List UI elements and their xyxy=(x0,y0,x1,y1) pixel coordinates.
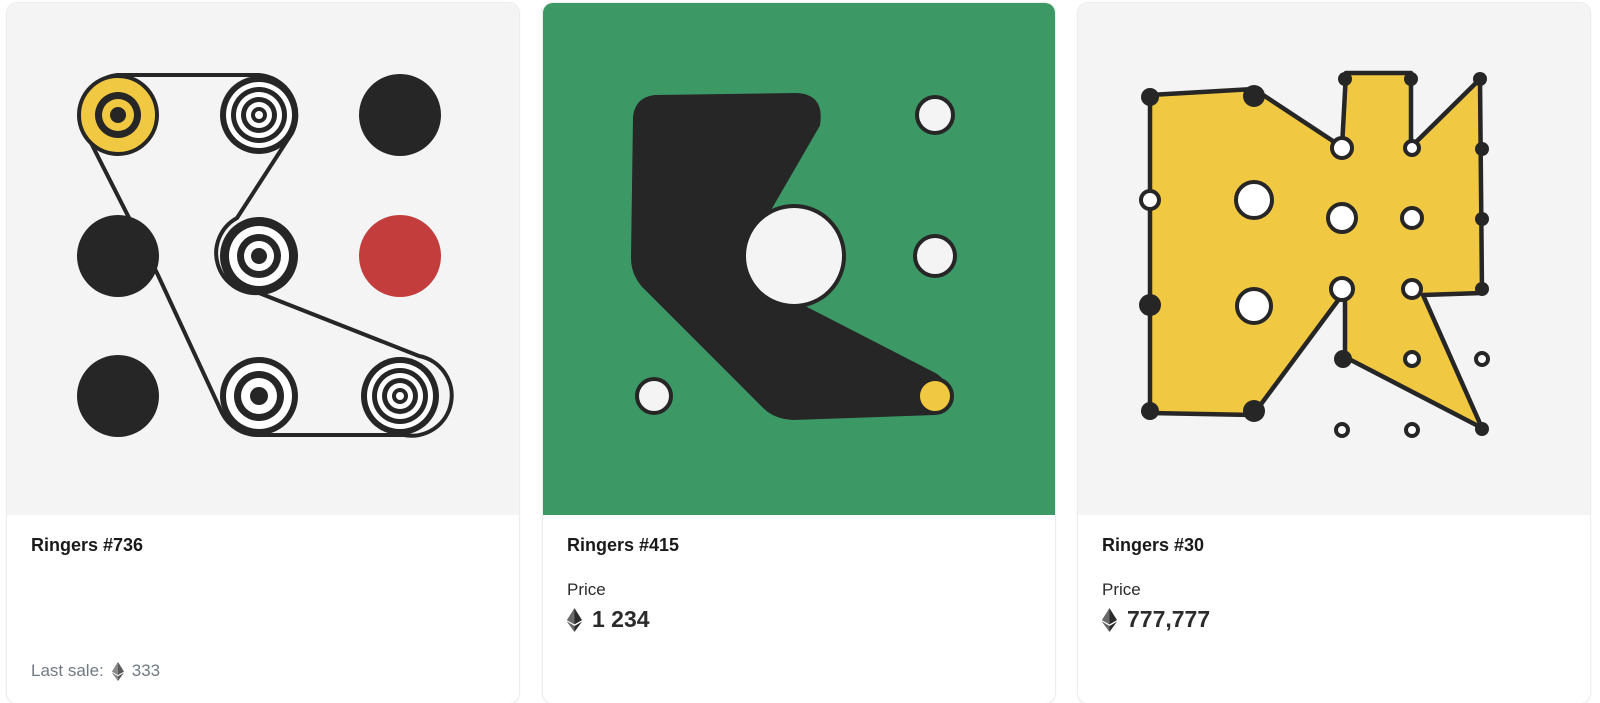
ringers-736-artwork xyxy=(7,3,519,515)
nft-artwork[interactable] xyxy=(543,3,1055,515)
nft-name[interactable]: Ringers #30 xyxy=(1102,535,1204,556)
last-sale-label: Last sale: xyxy=(31,661,104,680)
nft-card[interactable]: Ringers #30 Price 777,777 xyxy=(1078,3,1590,703)
nft-name[interactable]: Ringers #415 xyxy=(567,535,679,556)
price-label: Price xyxy=(567,580,606,599)
nft-name[interactable]: Ringers #736 xyxy=(31,535,143,556)
price: 1 234 xyxy=(567,606,650,633)
ringers-30-artwork xyxy=(1078,3,1590,515)
ringers-415-artwork xyxy=(543,3,1055,515)
last-sale-value: 333 xyxy=(131,661,161,680)
price-label: Price xyxy=(1102,580,1141,599)
nft-artwork[interactable] xyxy=(1078,3,1590,515)
nft-card-grid: Ringers #736 Last sale: 333 Ringers #415… xyxy=(0,0,1600,703)
ethereum-icon xyxy=(1102,607,1117,632)
price-value: 777,777 xyxy=(1127,606,1211,632)
price-value: 1 234 xyxy=(592,606,650,632)
last-sale: Last sale: 333 xyxy=(31,661,160,681)
nft-card[interactable]: Ringers #415 Price 1 234 xyxy=(543,3,1055,703)
price: 777,777 xyxy=(1102,606,1210,633)
ethereum-icon xyxy=(567,607,582,632)
nft-card[interactable]: Ringers #736 Last sale: 333 xyxy=(7,3,519,703)
ethereum-icon xyxy=(111,661,124,681)
nft-artwork[interactable] xyxy=(7,3,519,515)
